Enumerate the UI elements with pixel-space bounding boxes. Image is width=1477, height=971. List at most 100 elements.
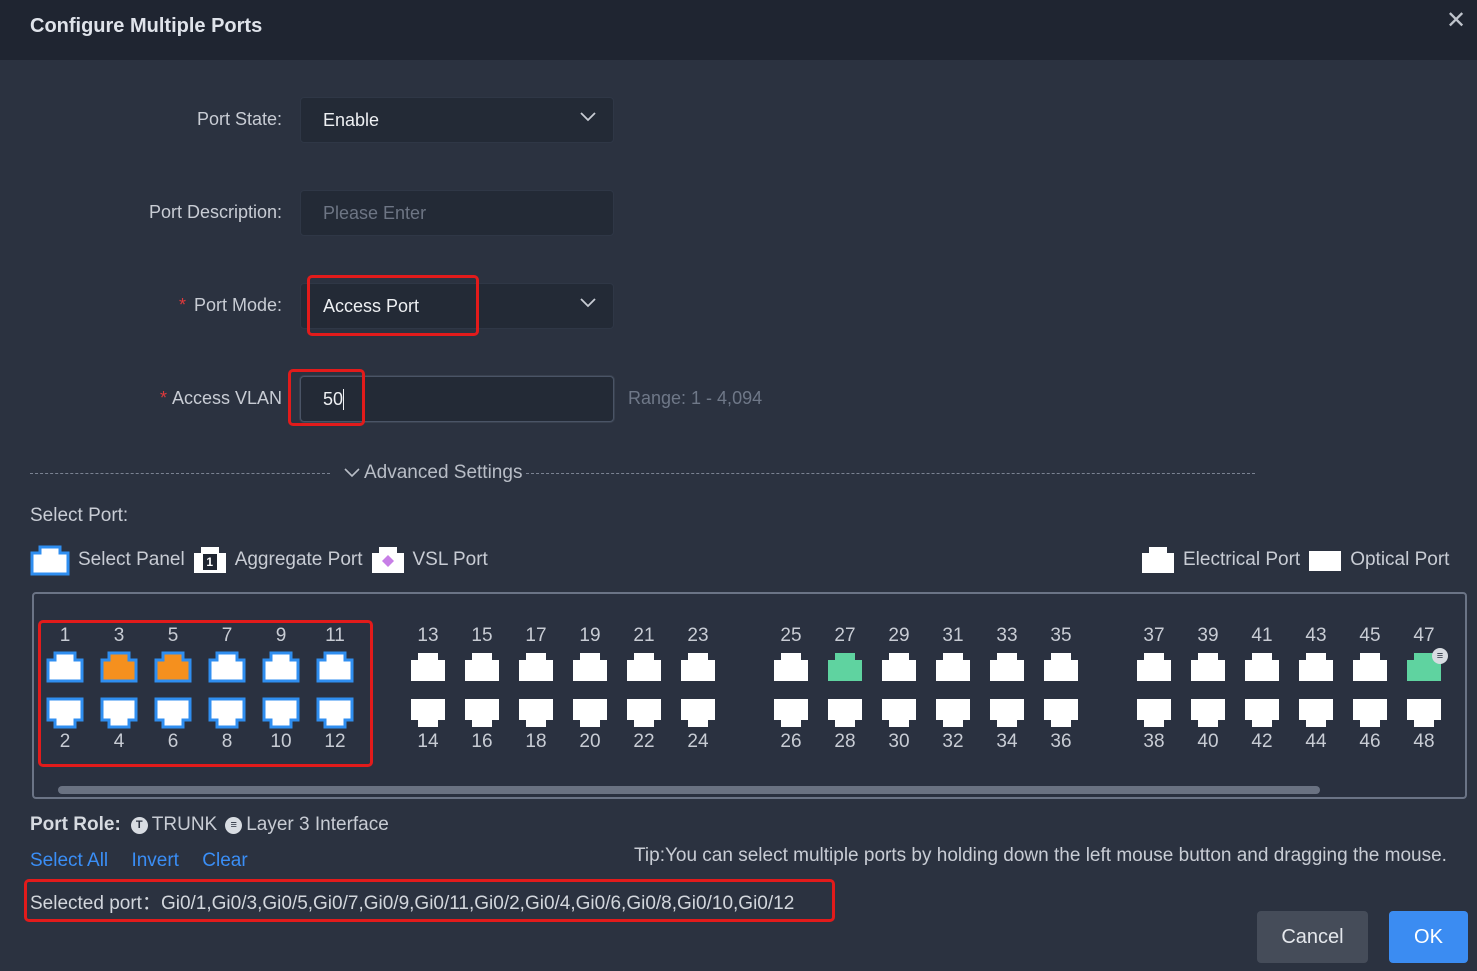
divider-line xyxy=(30,473,330,474)
port-number: 46 xyxy=(1359,731,1381,752)
access-vlan-label: * Access VLAN xyxy=(159,388,282,408)
port-35[interactable] xyxy=(1042,650,1080,684)
port-number: 29 xyxy=(888,625,910,646)
port-mode-value: Access Port xyxy=(323,296,420,316)
port-number: 1 xyxy=(59,625,71,646)
port-mode-select[interactable]: Access Port xyxy=(300,283,614,329)
port-state-label: Port State: xyxy=(196,109,282,129)
port-28[interactable] xyxy=(826,696,864,730)
port-7[interactable] xyxy=(208,650,246,684)
port-number: 2 xyxy=(59,731,71,752)
port-6[interactable] xyxy=(154,696,192,730)
clear-link[interactable]: Clear xyxy=(202,850,247,871)
legend-optical-port: Optical Port xyxy=(1350,549,1450,570)
port-33[interactable] xyxy=(988,650,1026,684)
port-number: 17 xyxy=(525,625,547,646)
port-41[interactable] xyxy=(1243,650,1281,684)
legend-select-panel: Select Panel xyxy=(78,549,185,570)
port-number: 31 xyxy=(942,625,964,646)
advanced-settings-divider[interactable]: Advanced Settings xyxy=(30,462,1255,486)
port-description-input[interactable]: Please Enter xyxy=(300,190,614,236)
ok-button[interactable]: OK xyxy=(1389,911,1468,963)
port-role-layer3: Layer 3 Interface xyxy=(246,814,389,835)
port-state-select[interactable]: Enable xyxy=(300,97,614,143)
port-20[interactable] xyxy=(571,696,609,730)
aggregate-badge: 1 xyxy=(202,554,217,570)
required-mark: * xyxy=(178,295,186,315)
port-number: 9 xyxy=(275,625,287,646)
port-29[interactable] xyxy=(880,650,918,684)
port-number: 5 xyxy=(167,625,179,646)
port-11[interactable] xyxy=(316,650,354,684)
port-32[interactable] xyxy=(934,696,972,730)
layer3-icon: ≡ xyxy=(225,816,243,834)
port-number: 37 xyxy=(1143,625,1165,646)
port-2[interactable] xyxy=(46,696,84,730)
port-1[interactable] xyxy=(46,650,84,684)
electrical-port-icon xyxy=(1142,547,1174,573)
port-38[interactable] xyxy=(1135,696,1173,730)
port-12[interactable] xyxy=(316,696,354,730)
advanced-settings-toggle[interactable]: Advanced Settings xyxy=(338,462,529,484)
port-25[interactable] xyxy=(772,650,810,684)
close-icon[interactable]: ✕ xyxy=(1445,9,1467,33)
legend-left: Select Panel 1 Aggregate Port VSL Port xyxy=(30,544,496,576)
port-23[interactable] xyxy=(679,650,717,684)
panel-scrollbar[interactable] xyxy=(58,786,1320,794)
port-14[interactable] xyxy=(409,696,447,730)
port-36[interactable] xyxy=(1042,696,1080,730)
port-42[interactable] xyxy=(1243,696,1281,730)
port-48[interactable] xyxy=(1405,696,1443,730)
port-37[interactable] xyxy=(1135,650,1173,684)
chevron-down-icon xyxy=(344,468,360,478)
cancel-button[interactable]: Cancel xyxy=(1257,911,1368,963)
port-31[interactable] xyxy=(934,650,972,684)
port-26[interactable] xyxy=(772,696,810,730)
port-19[interactable] xyxy=(571,650,609,684)
legend-right: Electrical Port Optical Port xyxy=(1141,544,1457,576)
port-21[interactable] xyxy=(625,650,663,684)
text-cursor xyxy=(343,389,344,410)
port-44[interactable] xyxy=(1297,696,1335,730)
port-3[interactable] xyxy=(100,650,138,684)
port-number: 44 xyxy=(1305,731,1327,752)
port-40[interactable] xyxy=(1189,696,1227,730)
port-number: 28 xyxy=(834,731,856,752)
port-mode-label: * Port Mode: xyxy=(178,295,282,315)
port-27[interactable] xyxy=(826,650,864,684)
port-15[interactable] xyxy=(463,650,501,684)
port-number: 16 xyxy=(471,731,493,752)
port-43[interactable] xyxy=(1297,650,1335,684)
port-number: 33 xyxy=(996,625,1018,646)
port-34[interactable] xyxy=(988,696,1026,730)
port-description-placeholder: Please Enter xyxy=(323,203,427,223)
port-10[interactable] xyxy=(262,696,300,730)
port-number: 47 xyxy=(1413,625,1435,646)
port-16[interactable] xyxy=(463,696,501,730)
port-45[interactable] xyxy=(1351,650,1389,684)
port-number: 45 xyxy=(1359,625,1381,646)
port-4[interactable] xyxy=(100,696,138,730)
vsl-port-icon xyxy=(371,547,404,573)
port-13[interactable] xyxy=(409,650,447,684)
select-all-link[interactable]: Select All xyxy=(30,850,108,871)
required-mark: * xyxy=(159,388,167,408)
port-9[interactable] xyxy=(262,650,300,684)
port-8[interactable] xyxy=(208,696,246,730)
port-number: 6 xyxy=(167,731,179,752)
port-5[interactable] xyxy=(154,650,192,684)
trunk-icon: T xyxy=(130,816,148,834)
port-39[interactable] xyxy=(1189,650,1227,684)
port-24[interactable] xyxy=(679,696,717,730)
port-22[interactable] xyxy=(625,696,663,730)
port-18[interactable] xyxy=(517,696,555,730)
port-number: 36 xyxy=(1050,731,1072,752)
port-30[interactable] xyxy=(880,696,918,730)
port-number: 4 xyxy=(113,731,125,752)
port-number: 34 xyxy=(996,731,1018,752)
port-number: 18 xyxy=(525,731,547,752)
port-17[interactable] xyxy=(517,650,555,684)
access-vlan-input[interactable]: 50 xyxy=(300,376,614,422)
port-46[interactable] xyxy=(1351,696,1389,730)
invert-link[interactable]: Invert xyxy=(131,850,179,871)
